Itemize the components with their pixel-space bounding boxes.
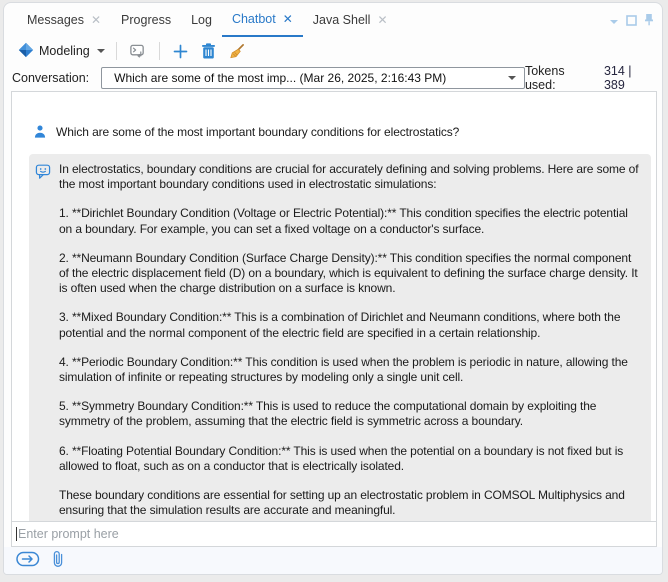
- tab-java-shell[interactable]: Java Shell ✕: [303, 3, 398, 37]
- view-menu-chevron-icon[interactable]: [609, 13, 619, 31]
- close-icon[interactable]: ✕: [377, 14, 387, 26]
- tab-log[interactable]: Log: [181, 3, 222, 37]
- chatbot-toolbar: Modeling: [4, 37, 662, 65]
- mode-dropdown-button[interactable]: Modeling: [14, 40, 109, 63]
- delete-conversation-button[interactable]: [197, 39, 221, 63]
- clear-conversation-broom-button[interactable]: [225, 39, 249, 63]
- prompt-placeholder: Enter prompt here: [18, 527, 119, 541]
- conversation-label: Conversation:: [12, 71, 89, 85]
- chatbot-panel-window: Messages ✕ Progress Log Chatbot ✕ Java S…: [3, 2, 663, 575]
- user-message-text: Which are some of the most important bou…: [56, 124, 459, 139]
- pin-icon[interactable]: [644, 13, 654, 31]
- assistant-paragraph: 4. **Periodic Boundary Condition:** This…: [59, 355, 641, 385]
- conversation-select[interactable]: Which are some of the most imp... (Mar 2…: [101, 67, 525, 89]
- assistant-paragraph: In electrostatics, boundary conditions a…: [59, 162, 641, 192]
- assistant-paragraph: 5. **Symmetry Boundary Condition:** This…: [59, 399, 641, 429]
- attach-file-paperclip-button[interactable]: [52, 550, 64, 574]
- tokens-used-value: 314 | 389: [604, 64, 654, 92]
- user-icon: [33, 124, 47, 144]
- chatbot-icon: [35, 163, 51, 185]
- user-message: Which are some of the most important bou…: [33, 124, 640, 144]
- send-prompt-button[interactable]: [16, 551, 40, 572]
- tab-bar: Messages ✕ Progress Log Chatbot ✕ Java S…: [4, 3, 662, 37]
- maximize-icon[interactable]: [626, 13, 637, 31]
- modeling-diamond-icon: [18, 42, 34, 61]
- assistant-paragraph: These boundary conditions are essential …: [59, 488, 641, 518]
- chevron-down-icon: [508, 76, 516, 80]
- tokens-used-label: Tokens used:: [525, 64, 596, 92]
- close-icon[interactable]: ✕: [91, 14, 101, 26]
- assistant-paragraph: 2. **Neumann Boundary Condition (Surface…: [59, 251, 641, 297]
- chevron-down-icon: [97, 49, 105, 53]
- prompt-actions-bar: [4, 547, 662, 575]
- toolbar-separator: [116, 42, 117, 60]
- new-conversation-button[interactable]: [169, 39, 193, 63]
- assistant-paragraph: 6. **Floating Potential Boundary Conditi…: [59, 444, 641, 474]
- prompt-input[interactable]: Enter prompt here: [11, 522, 657, 547]
- conversation-row: Conversation: Which are some of the most…: [4, 65, 662, 91]
- conversation-selected-value: Which are some of the most imp... (Mar 2…: [114, 71, 506, 85]
- mode-label: Modeling: [39, 44, 90, 58]
- text-caret: [16, 527, 17, 541]
- tab-label: Java Shell: [313, 13, 371, 27]
- tab-chatbot[interactable]: Chatbot ✕: [222, 3, 303, 37]
- assistant-message: In electrostatics, boundary conditions a…: [29, 154, 651, 522]
- tab-label: Chatbot: [232, 12, 276, 26]
- chat-transcript-panel[interactable]: Which are some of the most important bou…: [11, 91, 657, 522]
- toolbar-separator: [159, 42, 160, 60]
- assistant-paragraph: 1. **Dirichlet Boundary Condition (Volta…: [59, 206, 641, 236]
- assistant-paragraph: 3. **Mixed Boundary Condition:** This is…: [59, 310, 641, 340]
- tab-label: Progress: [121, 13, 171, 27]
- tab-progress[interactable]: Progress: [111, 3, 181, 37]
- tab-messages[interactable]: Messages ✕: [17, 3, 111, 37]
- send-to-java-shell-button[interactable]: [126, 39, 150, 63]
- tab-label: Messages: [27, 13, 84, 27]
- tab-label: Log: [191, 13, 212, 27]
- close-icon[interactable]: ✕: [283, 13, 293, 25]
